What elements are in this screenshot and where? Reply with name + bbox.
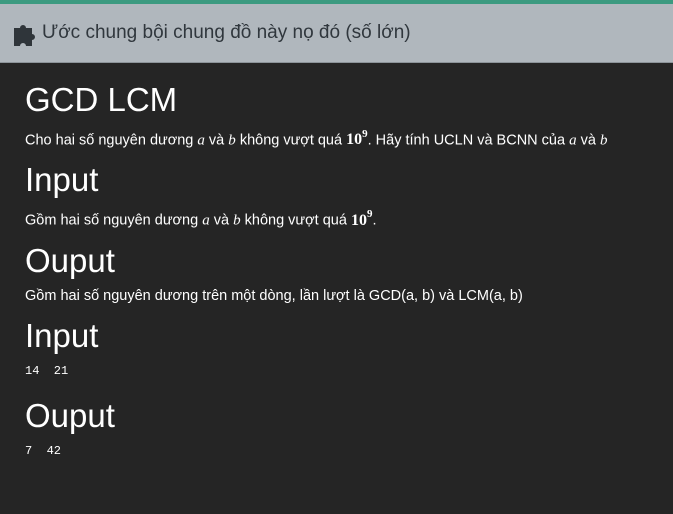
puzzle-icon — [10, 18, 40, 48]
output-description: Gồm hai số nguyên dương trên một dòng, l… — [25, 287, 523, 304]
sample-input-heading: Input — [25, 316, 99, 354]
sample-output-value: 7 42 — [25, 443, 62, 458]
app-header: Ước chung bội chung đồ này nọ đó (số lớn… — [0, 4, 673, 63]
input-heading: Input — [25, 161, 99, 199]
problem-heading: GCD LCM — [25, 81, 178, 118]
problem-statement: Cho hai số nguyên dương a và b không vượ… — [25, 128, 608, 149]
page-title: Ước chung bội chung đồ này nọ đó (số lớn… — [42, 22, 411, 43]
output-heading: Ouput — [25, 241, 115, 279]
problem-content: GCD LCM Cho hai số nguyên dương a và b k… — [0, 63, 673, 462]
sample-output-heading: Ouput — [25, 396, 115, 434]
input-description: Gồm hai số nguyên dương a và b không vượ… — [25, 208, 377, 229]
sample-input-value: 14 21 — [25, 363, 69, 378]
